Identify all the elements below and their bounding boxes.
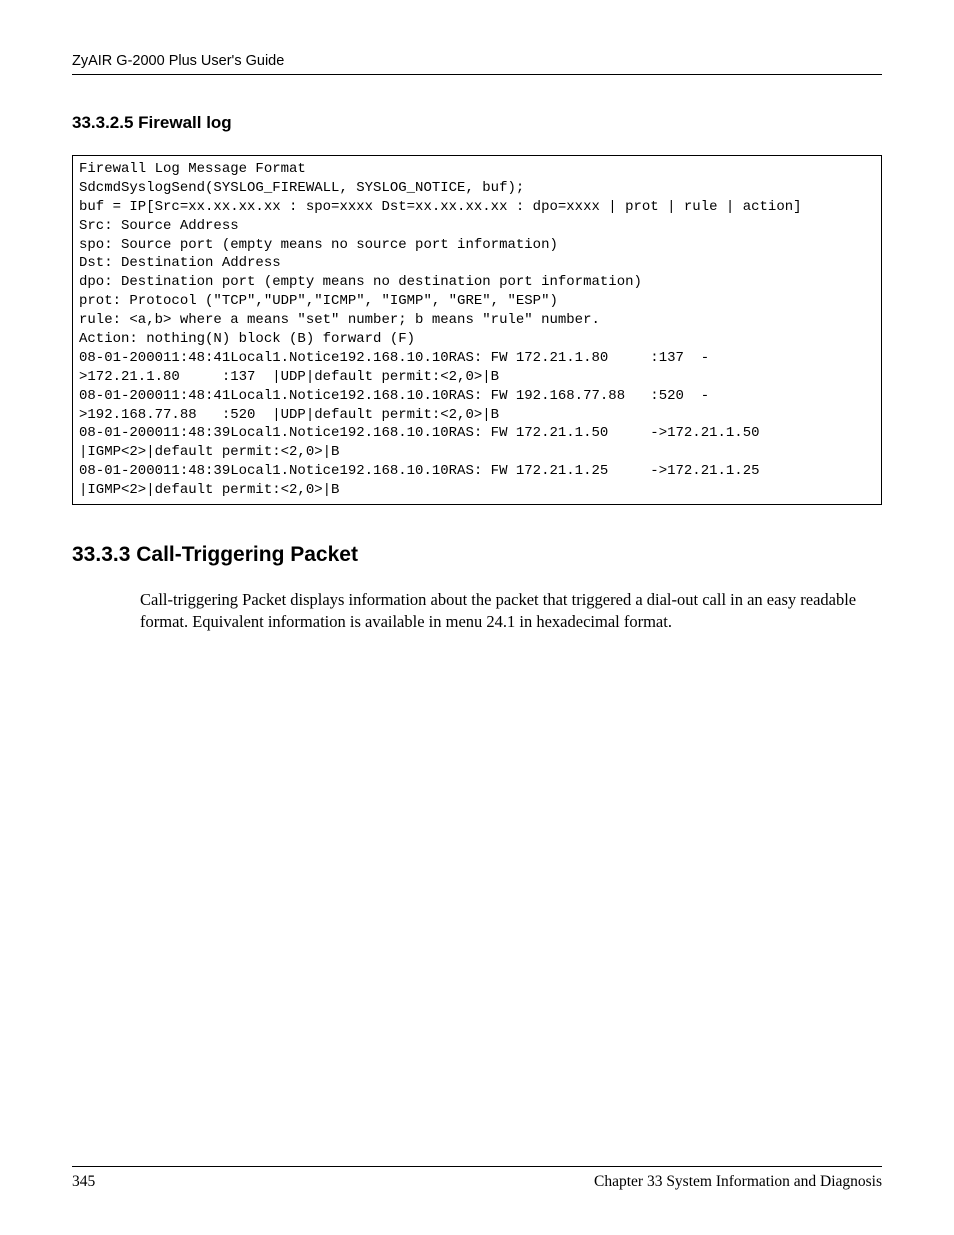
code-line: buf = IP[Src=xx.xx.xx.xx : spo=xxxx Dst=…: [79, 198, 875, 217]
code-line: |IGMP<2>|default permit:<2,0>|B: [79, 481, 875, 500]
code-line: >172.21.1.80 :137 |UDP|default permit:<2…: [79, 368, 875, 387]
code-line: 08-01-200011:48:39Local1.Notice192.168.1…: [79, 462, 875, 481]
section-heading-firewall-log: 33.3.2.5 Firewall log: [72, 113, 882, 133]
code-line: rule: <a,b> where a means "set" number; …: [79, 311, 875, 330]
chapter-label: Chapter 33 System Information and Diagno…: [594, 1173, 882, 1191]
page-header: ZyAIR G-2000 Plus User's Guide: [72, 52, 882, 75]
page-footer: 345 Chapter 33 System Information and Di…: [72, 1166, 882, 1191]
code-line: Firewall Log Message Format: [79, 160, 875, 179]
code-line: spo: Source port (empty means no source …: [79, 236, 875, 255]
code-line: Dst: Destination Address: [79, 254, 875, 273]
guide-title: ZyAIR G-2000 Plus User's Guide: [72, 53, 284, 69]
code-line: Action: nothing(N) block (B) forward (F): [79, 330, 875, 349]
call-triggering-paragraph: Call-triggering Packet displays informat…: [140, 589, 882, 634]
code-line: 08-01-200011:48:41Local1.Notice192.168.1…: [79, 349, 875, 368]
page-number: 345: [72, 1173, 95, 1191]
code-line: prot: Protocol ("TCP","UDP","ICMP", "IGM…: [79, 292, 875, 311]
code-line: 08-01-200011:48:39Local1.Notice192.168.1…: [79, 424, 875, 443]
code-line: dpo: Destination port (empty means no de…: [79, 273, 875, 292]
firewall-log-code-block: Firewall Log Message Format SdcmdSyslogS…: [72, 155, 882, 505]
code-line: |IGMP<2>|default permit:<2,0>|B: [79, 443, 875, 462]
code-line: SdcmdSyslogSend(SYSLOG_FIREWALL, SYSLOG_…: [79, 179, 875, 198]
code-line: Src: Source Address: [79, 217, 875, 236]
code-line: 08-01-200011:48:41Local1.Notice192.168.1…: [79, 387, 875, 406]
code-line: >192.168.77.88 :520 |UDP|default permit:…: [79, 406, 875, 425]
section-heading-call-triggering: 33.3.3 Call-Triggering Packet: [72, 543, 882, 567]
